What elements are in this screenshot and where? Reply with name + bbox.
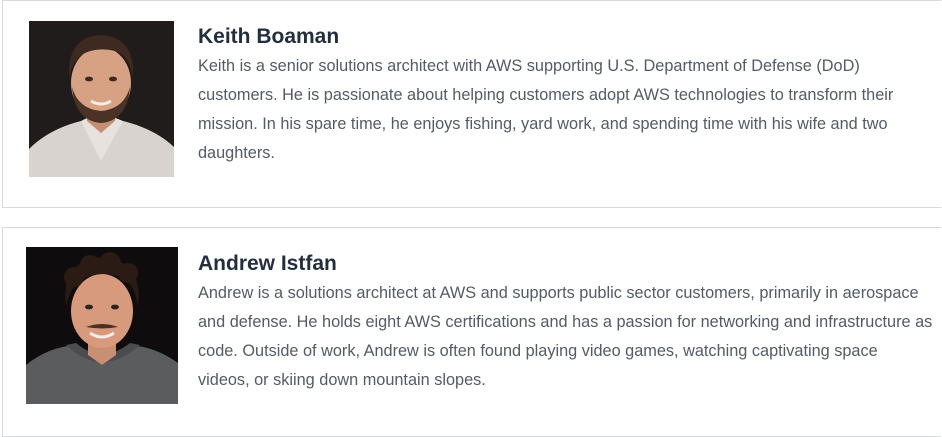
author-bio-card: Andrew Istfan Andrew is a solutions arch… [2, 227, 941, 437]
author-description: Keith is a senior solutions architect wi… [198, 57, 894, 162]
author-name: Keith Boaman [198, 25, 340, 48]
author-description: Andrew is a solutions architect at AWS a… [198, 284, 933, 389]
author-photo-andrew-istfan [26, 247, 178, 404]
author-bio-text: Andrew Istfan Andrew is a solutions arch… [198, 250, 933, 395]
author-bio-card: Keith Boaman Keith is a senior solutions… [2, 0, 941, 208]
author-name: Andrew Istfan [198, 252, 337, 275]
author-photo-keith-boaman [29, 21, 174, 177]
author-bio-text: Keith Boaman Keith is a senior solutions… [198, 23, 933, 168]
